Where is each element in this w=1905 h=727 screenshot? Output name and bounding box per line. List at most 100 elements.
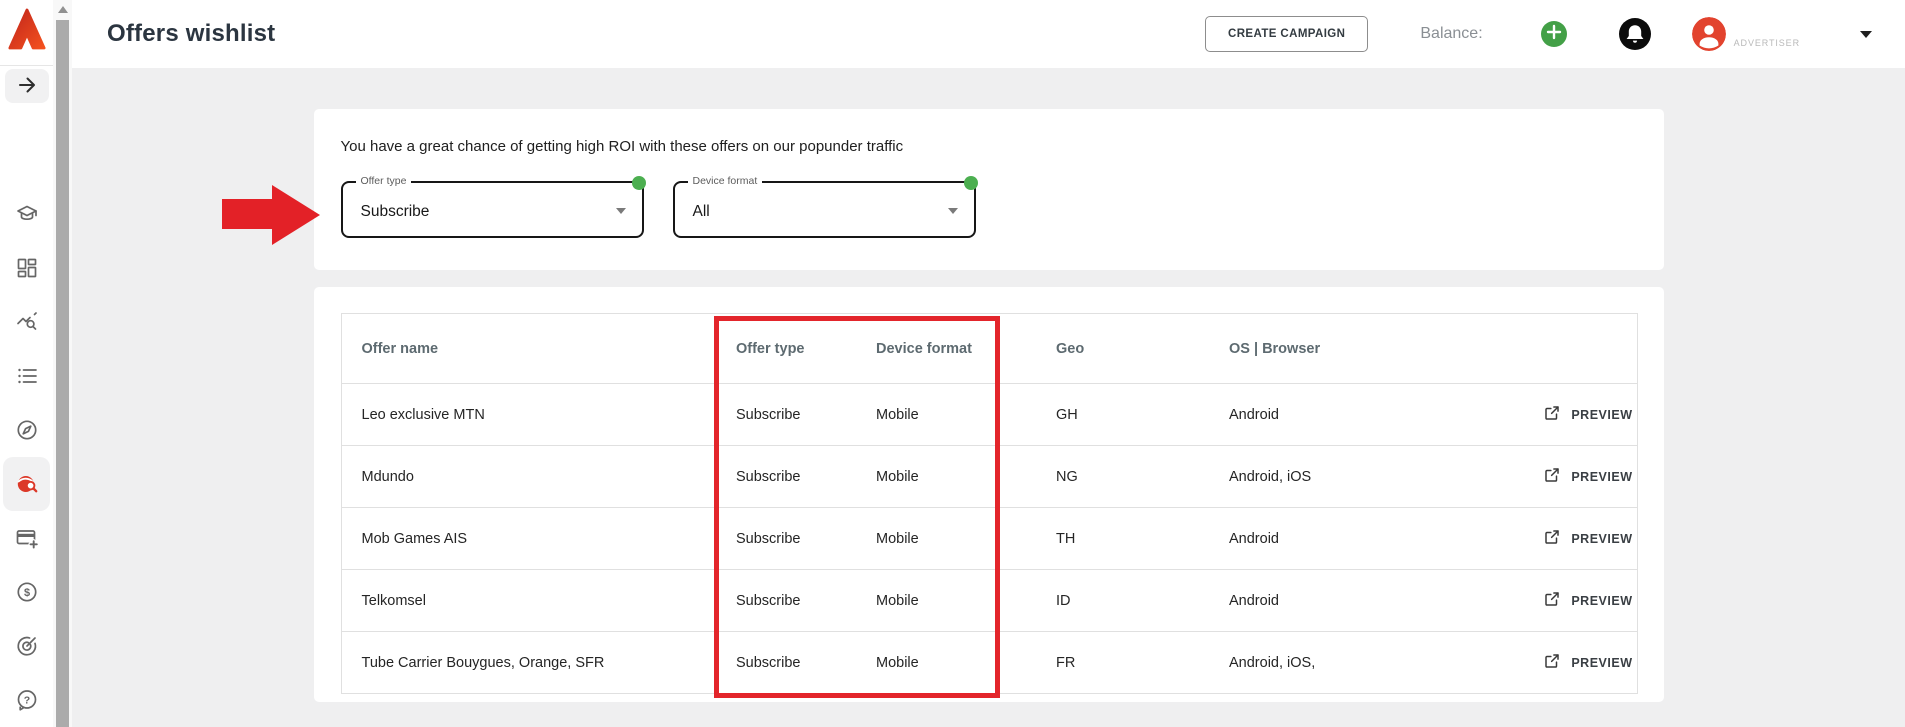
sidebar-expand-button[interactable] [4, 69, 49, 103]
preview-label: PREVIEW [1571, 531, 1633, 546]
cell-offer-name: Mdundo [361, 468, 414, 485]
external-link-icon [1543, 528, 1561, 549]
cell-geo: NG [1056, 468, 1078, 485]
cell-geo: GH [1056, 406, 1078, 423]
filters-card: You have a great chance of getting high … [313, 109, 1664, 270]
preview-link[interactable]: PREVIEW [1496, 404, 1633, 425]
preview-link[interactable]: PREVIEW [1496, 466, 1633, 487]
column-header-geo: Geo [1056, 340, 1085, 357]
device-format-select-value: All [692, 202, 710, 220]
device-format-select-label: Device format [687, 175, 763, 187]
sidebar: $ ? [0, 0, 53, 727]
column-header-actions [1496, 314, 1637, 384]
offers-table: Offer name Offer type Device format Geo … [340, 313, 1638, 694]
sidebar-item-campaigns-list[interactable] [3, 349, 50, 403]
balance-label: Balance: [1420, 25, 1483, 42]
cell-os-browser: Android, iOS [1229, 468, 1312, 485]
cell-geo: ID [1056, 592, 1071, 609]
add-funds-button[interactable] [1540, 19, 1567, 50]
preview-label: PREVIEW [1571, 593, 1633, 608]
table-row: Mdundo Subscribe Mobile NG Android, iOS [341, 445, 1637, 508]
sidebar-item-add-payment-card[interactable] [3, 511, 50, 565]
vertical-scrollbar[interactable] [53, 0, 72, 727]
cell-offer-name: Tube Carrier Bouygues, Orange, SFR [361, 654, 605, 671]
filters-row: Offer type Subscribe Device format All [340, 175, 1637, 238]
cell-os-browser: Android [1229, 592, 1279, 609]
sidebar-divider [0, 65, 53, 67]
cell-device-format: Mobile [876, 592, 919, 609]
cell-os-browser: Android [1229, 530, 1279, 547]
chevron-down-icon [615, 208, 626, 214]
arrow-right-icon [15, 73, 39, 100]
scrollbar-thumb[interactable] [56, 20, 69, 727]
list-icon [15, 364, 39, 388]
offer-type-select[interactable]: Offer type Subscribe [340, 175, 646, 238]
dollar-circle-icon: $ [15, 580, 39, 604]
column-header-offer-type: Offer type [736, 340, 805, 357]
preview-label: PREVIEW [1571, 655, 1633, 670]
cell-device-format: Mobile [876, 468, 919, 485]
sidebar-item-payments[interactable]: $ [3, 565, 50, 619]
globe-search-icon [15, 472, 39, 496]
page-title: Offers wishlist [107, 20, 276, 47]
svg-text:?: ? [23, 695, 29, 707]
cell-geo: TH [1056, 530, 1076, 547]
account-menu[interactable]: ADVERTISER [1691, 17, 1800, 51]
sidebar-item-help[interactable]: ? [3, 673, 50, 727]
create-campaign-button[interactable]: CREATE CAMPAIGN [1204, 16, 1369, 52]
sidebar-item-statistics[interactable] [3, 295, 50, 349]
dashboard-grid-icon [15, 256, 39, 280]
chart-search-icon [15, 310, 39, 334]
graduation-cap-icon [15, 202, 39, 226]
account-role: ADVERTISER [1733, 38, 1800, 48]
offer-type-select-label: Offer type [355, 175, 412, 187]
app-logo-icon[interactable] [7, 8, 47, 50]
app-root: $ ? Offers wishlist CREATE CAMPAIGN Bala… [0, 0, 1905, 727]
cell-offer-type: Subscribe [736, 406, 801, 423]
cell-offer-name: Leo exclusive MTN [361, 406, 485, 423]
table-row: Tube Carrier Bouygues, Orange, SFR Subsc… [341, 631, 1637, 694]
external-link-icon [1543, 652, 1561, 673]
avatar [1691, 17, 1726, 51]
cell-geo: FR [1056, 654, 1076, 671]
offer-type-select-value: Subscribe [360, 202, 430, 220]
external-link-icon [1543, 466, 1561, 487]
bell-icon [1618, 18, 1651, 54]
topbar-actions: CREATE CAMPAIGN Balance: ADVERTISER [1204, 16, 1872, 52]
sidebar-item-tracking[interactable] [3, 619, 50, 673]
cell-offer-name: Mob Games AIS [361, 530, 468, 547]
chevron-down-icon [947, 208, 958, 214]
preview-link[interactable]: PREVIEW [1496, 590, 1633, 611]
sidebar-item-dashboard[interactable] [3, 241, 50, 295]
table-row: Telkomsel Subscribe Mobile ID Android PR… [341, 569, 1637, 632]
scrollbar-up-arrow-icon[interactable] [57, 6, 68, 13]
cell-offer-name: Telkomsel [361, 592, 426, 609]
preview-label: PREVIEW [1571, 469, 1633, 484]
table-header-row: Offer name Offer type Device format Geo … [341, 314, 1637, 384]
device-format-select[interactable]: Device format All [672, 175, 978, 238]
card-plus-icon [15, 526, 39, 550]
sidebar-item-education[interactable] [3, 187, 50, 241]
active-filter-dot [631, 176, 646, 190]
banner-text: You have a great chance of getting high … [340, 138, 904, 155]
notifications-button[interactable] [1618, 18, 1651, 50]
sidebar-item-offers-wishlist[interactable] [3, 457, 50, 511]
column-header-offer-name: Offer name [361, 340, 439, 357]
sidebar-nav: $ ? [3, 187, 50, 727]
help-bubble-icon: ? [15, 688, 39, 712]
svg-text:$: $ [23, 587, 29, 599]
table-row: Mob Games AIS Subscribe Mobile TH Androi… [341, 507, 1637, 570]
topbar: Offers wishlist CREATE CAMPAIGN Balance: [72, 0, 1905, 68]
cell-offer-type: Subscribe [736, 468, 801, 485]
sidebar-item-explore[interactable] [3, 403, 50, 457]
external-link-icon [1543, 590, 1561, 611]
cell-device-format: Mobile [876, 530, 919, 547]
preview-link[interactable]: PREVIEW [1496, 652, 1633, 673]
column-header-os-browser: OS | Browser [1229, 340, 1321, 357]
main-area: Offers wishlist CREATE CAMPAIGN Balance: [72, 0, 1905, 727]
cell-offer-type: Subscribe [736, 592, 801, 609]
chevron-down-icon[interactable] [1860, 30, 1872, 38]
plus-icon [1541, 19, 1567, 50]
content: You have a great chance of getting high … [72, 68, 1905, 727]
preview-link[interactable]: PREVIEW [1496, 528, 1633, 549]
